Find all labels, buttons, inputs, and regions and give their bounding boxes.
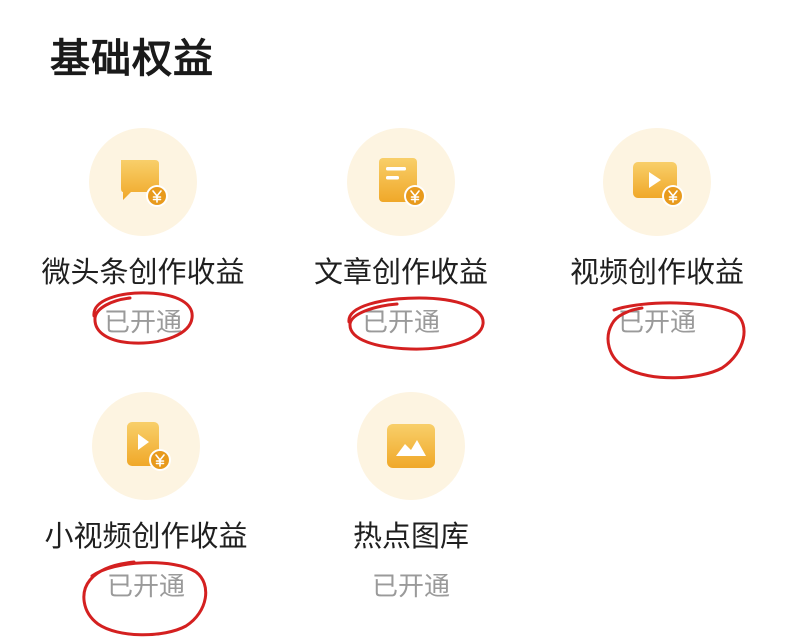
benefits-panel: 基础权益 微头条创作收益 已开通 文章创作收益 已开通 视频创作收益 已开通 小… (0, 0, 800, 642)
benefit-label: 微头条创作收益 (41, 255, 245, 289)
document-yuan-icon (379, 158, 426, 207)
benefit-video-income[interactable]: 视频创作收益 已开通 (527, 128, 787, 358)
benefit-status: 已开通 (361, 308, 440, 338)
chat-bubble-yuan-icon (121, 160, 168, 207)
short-video-yuan-icon (127, 422, 171, 471)
icon-circle (92, 392, 200, 500)
video-yuan-icon (633, 162, 684, 207)
benefit-short-video-income[interactable]: 小视频创作收益 已开通 (16, 392, 276, 622)
icon-circle (347, 128, 455, 236)
image-gallery-icon (387, 424, 435, 468)
benefit-status: 已开通 (617, 308, 696, 338)
icon-circle (603, 128, 711, 236)
benefit-label: 小视频创作收益 (44, 519, 248, 553)
benefit-label: 热点图库 (352, 519, 469, 553)
benefit-label: 文章创作收益 (313, 255, 488, 289)
benefit-status: 已开通 (103, 308, 182, 338)
section-title: 基础权益 (50, 36, 214, 82)
benefit-micro-headline-income[interactable]: 微头条创作收益 已开通 (13, 128, 273, 358)
benefit-status: 已开通 (106, 572, 185, 602)
benefit-label: 视频创作收益 (569, 255, 744, 289)
benefit-status: 已开通 (371, 572, 450, 602)
benefit-article-income[interactable]: 文章创作收益 已开通 (271, 128, 531, 358)
benefit-hot-image-gallery[interactable]: 热点图库 已开通 (281, 392, 541, 622)
icon-circle (89, 128, 197, 236)
icon-circle (357, 392, 465, 500)
